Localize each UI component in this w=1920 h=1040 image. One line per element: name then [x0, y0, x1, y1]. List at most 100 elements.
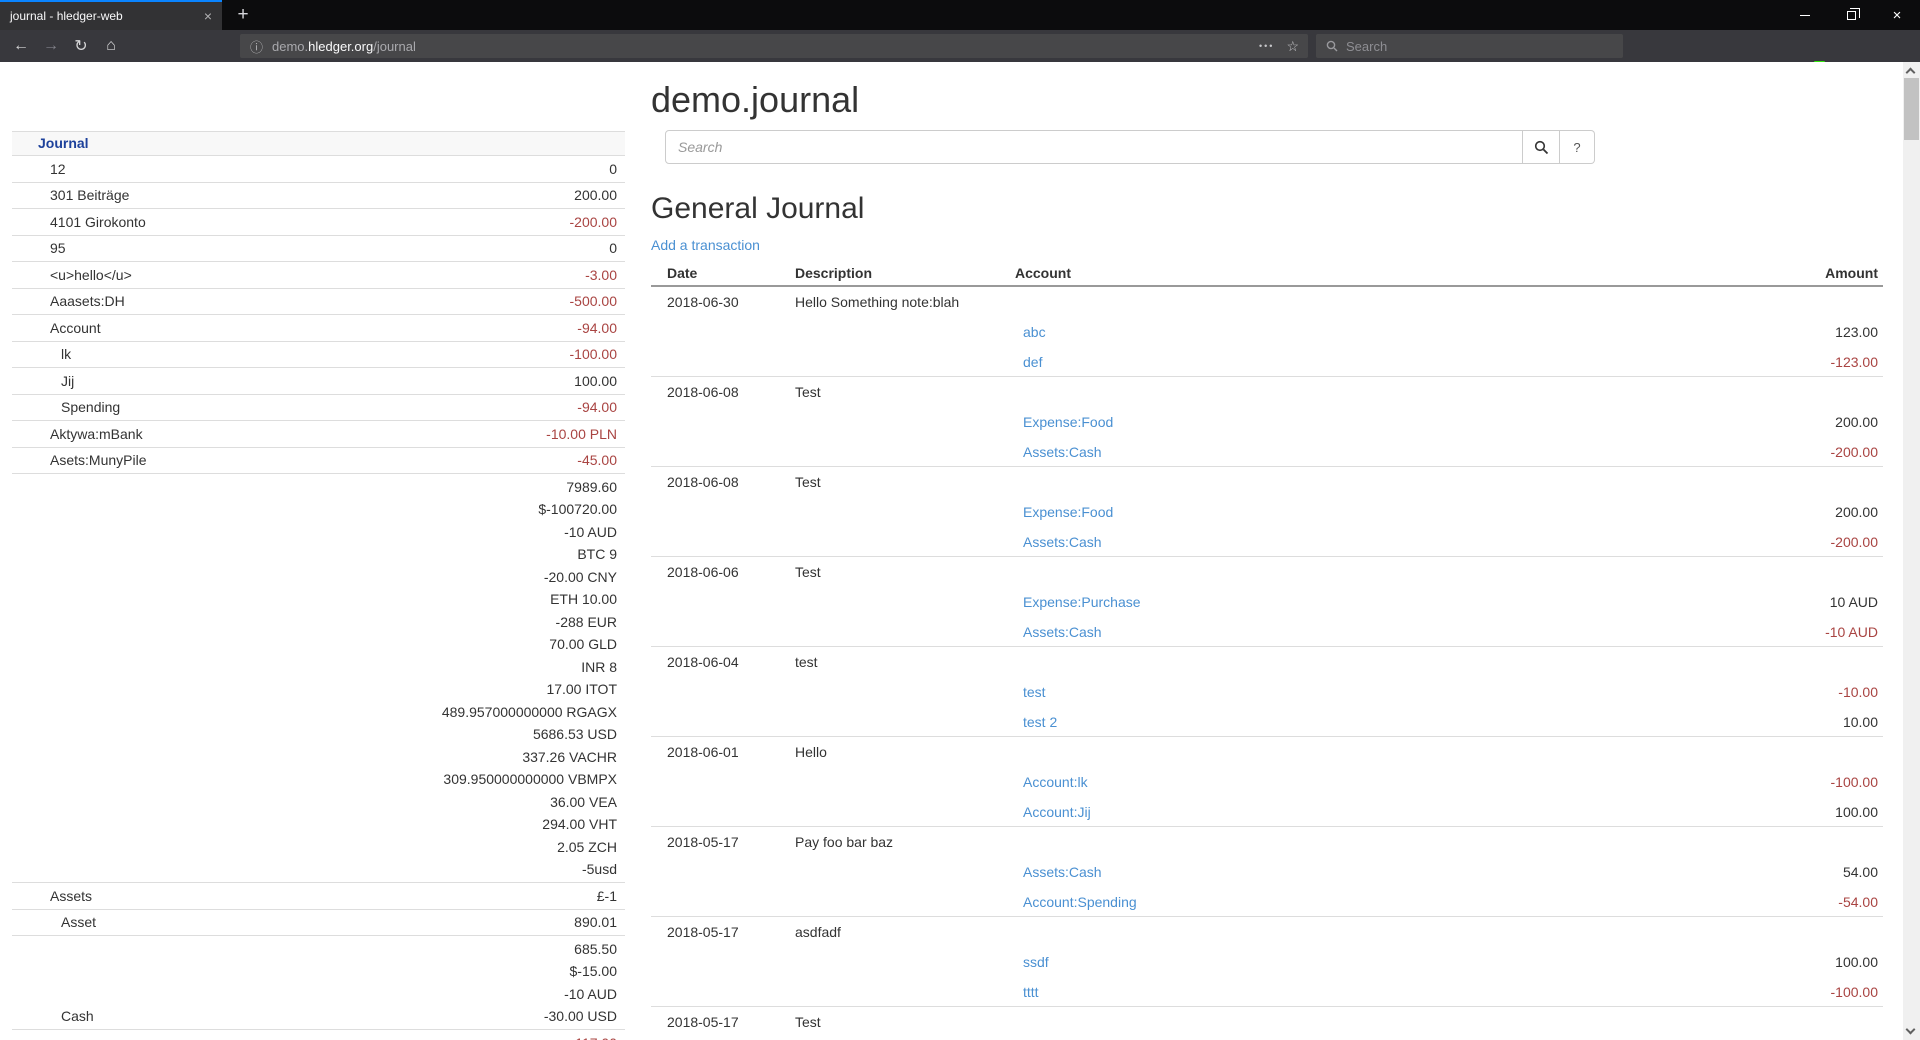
bookmark-star-icon[interactable]: ☆: [1286, 38, 1299, 55]
transaction-date: 2018-06-06: [667, 557, 739, 587]
site-info-icon[interactable]: ⓘ: [250, 37, 263, 56]
home-button[interactable]: ⌂: [96, 30, 126, 62]
sidebar-account-row: -117.00: [12, 1029, 625, 1040]
posting-account-link[interactable]: Account:Spending: [1023, 894, 1137, 910]
posting-account-link[interactable]: Account:lk: [1023, 774, 1088, 790]
sidebar-account-name[interactable]: 12: [12, 158, 609, 181]
posting-amount: -54.00: [1838, 887, 1878, 917]
sidebar-amount: -5usd: [442, 858, 617, 881]
sidebar-account-name[interactable]: <u>hello</u>: [12, 264, 585, 287]
posting-amount: -10 AUD: [1825, 617, 1878, 647]
sidebar-account-name[interactable]: Asets:MunyPile: [12, 449, 577, 472]
journal-search-input[interactable]: [665, 130, 1523, 164]
transaction-description: test: [795, 647, 818, 677]
sidebar-account-row: Account-94.00: [12, 314, 625, 341]
sidebar-account-row: 4101 Girokonto-200.00: [12, 208, 625, 235]
posting-account-link[interactable]: def: [1023, 354, 1042, 370]
sidebar-amount: -10.00 PLN: [546, 423, 617, 446]
sidebar-journal-header[interactable]: Journal: [12, 131, 625, 155]
sidebar-account-name[interactable]: 95: [12, 237, 609, 260]
posting-amount: -100.00: [1831, 767, 1878, 797]
posting-amount: 100.00: [1835, 797, 1878, 827]
transaction-row: 2018-05-17Pay foo bar bazAssets:Cash54.0…: [651, 827, 1883, 917]
posting-account-link[interactable]: Expense:Food: [1023, 414, 1113, 430]
back-button[interactable]: ←: [6, 30, 36, 62]
posting-account-link[interactable]: Account:Jij: [1023, 804, 1091, 820]
new-tab-button[interactable]: +: [228, 2, 258, 30]
page-actions-icon[interactable]: •••: [1259, 41, 1274, 51]
scrollbar-thumb[interactable]: [1904, 78, 1919, 140]
posting-line: ssdf100.00: [651, 947, 1883, 977]
search-icon: [1326, 40, 1338, 52]
url-domain: hledger.org: [308, 39, 373, 54]
posting-account-link[interactable]: Assets:Cash: [1023, 444, 1102, 460]
add-transaction-link[interactable]: Add a transaction: [651, 236, 760, 254]
sidebar-amount: -45.00: [577, 449, 617, 472]
sidebar-account-row: 301 Beiträge200.00: [12, 182, 625, 209]
minimize-icon: [1800, 15, 1810, 16]
sidebar-account-name[interactable]: Spending: [12, 396, 577, 419]
search-help-button[interactable]: ?: [1560, 130, 1595, 164]
sidebar-account-name[interactable]: Aktywa:mBank: [12, 423, 546, 446]
sidebar-account-name[interactable]: 4101 Girokonto: [12, 211, 570, 234]
scroll-up-icon[interactable]: [1906, 68, 1916, 78]
sidebar-amount: -30.00 USD: [544, 1005, 617, 1028]
posting-account-link[interactable]: Expense:Purchase: [1023, 594, 1141, 610]
window-close-button[interactable]: ×: [1874, 0, 1920, 30]
browser-search-box[interactable]: Search: [1316, 34, 1623, 58]
posting-account-link[interactable]: ssdf: [1023, 954, 1049, 970]
sidebar-amount: -94.00: [577, 396, 617, 419]
window-restore-button[interactable]: [1828, 0, 1874, 30]
sidebar-account-name[interactable]: Jij: [12, 370, 574, 393]
sidebar-account-name[interactable]: Asset: [12, 911, 574, 934]
transaction-description: Test: [795, 1007, 821, 1037]
journal-search-button[interactable]: [1523, 130, 1560, 164]
sidebar-amount: 489.957000000000 RGAGX: [442, 701, 617, 724]
transaction-title-line: 2018-06-30Hello Something note:blah: [651, 287, 1883, 317]
transaction-row: 2018-05-17asdfadfssdf100.00tttt-100.00: [651, 917, 1883, 1007]
scroll-down-icon[interactable]: [1906, 1025, 1916, 1035]
browser-tab[interactable]: journal - hledger-web ×: [0, 0, 222, 30]
sidebar-account-name[interactable]: Aaasets:DH: [12, 290, 570, 313]
window-minimize-button[interactable]: [1782, 0, 1828, 30]
forward-button[interactable]: →: [36, 30, 66, 62]
sidebar-amount: ETH 10.00: [442, 588, 617, 611]
vertical-scrollbar[interactable]: [1903, 62, 1920, 1040]
sidebar-account-balance: -500.00: [570, 290, 625, 313]
sidebar-amount: -10 AUD: [544, 983, 617, 1006]
transaction-description: Pay foo bar baz: [795, 827, 893, 857]
posting-account-link[interactable]: abc: [1023, 324, 1046, 340]
window-controls: ×: [1782, 0, 1920, 30]
sidebar-amount: 2.05 ZCH: [442, 836, 617, 859]
sidebar-account-balance: -94.00: [577, 396, 625, 419]
sidebar-account-name[interactable]: Assets: [12, 885, 597, 908]
sidebar-account-name[interactable]: lk: [12, 343, 570, 366]
posting-account-link[interactable]: tttt: [1023, 984, 1039, 1000]
posting-account-link[interactable]: test: [1023, 684, 1046, 700]
posting-line: Expense:Purchase10 AUD: [651, 587, 1883, 617]
posting-account: Assets:Cash: [1023, 437, 1102, 467]
posting-account-link[interactable]: test 2: [1023, 714, 1057, 730]
url-bar[interactable]: ⓘ demo.hledger.org/journal ••• ☆: [240, 34, 1308, 58]
sidebar-account-name[interactable]: 301 Beiträge: [12, 184, 574, 207]
tab-close-icon[interactable]: ×: [194, 8, 222, 24]
posting-account-link[interactable]: Assets:Cash: [1023, 864, 1102, 880]
posting-amount: 200.00: [1835, 407, 1878, 437]
posting-account-link[interactable]: Assets:Cash: [1023, 624, 1102, 640]
posting-account-link[interactable]: Assets:Cash: [1023, 534, 1102, 550]
reload-button[interactable]: ↻: [66, 30, 96, 62]
transaction-row: 2018-06-06TestExpense:Purchase10 AUD Asse…: [651, 557, 1883, 647]
posting-account-link[interactable]: Expense:Food: [1023, 504, 1113, 520]
sidebar-account-row: Spending-94.00: [12, 394, 625, 421]
sidebar-account-balance: -117.00: [571, 1032, 625, 1040]
sidebar-account-balance: -45.00: [577, 449, 625, 472]
posting-account: Assets:Cash: [1023, 857, 1102, 887]
restore-icon: [1847, 11, 1856, 20]
transaction-title-line: 2018-06-06Test: [651, 557, 1883, 587]
sidebar-account-name[interactable]: Account: [12, 317, 577, 340]
sidebar-amount: 200.00: [574, 184, 617, 207]
sidebar: Journal 120301 Beiträge200.004101 Giroko…: [12, 131, 625, 1040]
sidebar-account-row: Asset890.01: [12, 909, 625, 936]
sidebar-account-row: Aaasets:DH-500.00: [12, 288, 625, 315]
sidebar-account-name[interactable]: Cash: [12, 1005, 544, 1028]
